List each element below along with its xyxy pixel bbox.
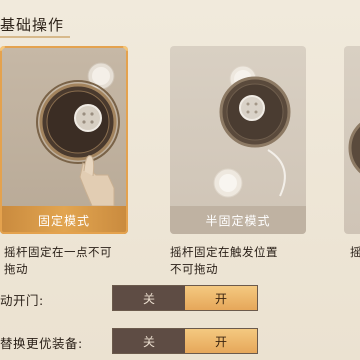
mode-description-third: 摇: [350, 245, 360, 259]
mode-card-semi-fixed[interactable]: 半固定模式: [170, 46, 306, 234]
toggle-off-option[interactable]: 关: [113, 329, 185, 353]
joystick-illustration: [348, 122, 360, 174]
section-title: 基础操作: [0, 14, 70, 38]
mode-card-fixed[interactable]: 固定模式: [0, 46, 128, 234]
drag-arc-icon: [267, 149, 286, 197]
joystick-illustration: [213, 65, 291, 198]
toggle-on-option[interactable]: 开: [185, 329, 257, 353]
hand-pointer-icon: [79, 155, 115, 206]
settings-page: 基础操作 固定模式 半固定模式 摇杆固定在一点不可 拖动 摇杆固定在触发位置 不…: [0, 0, 360, 360]
mode-description-semi-fixed: 摇杆固定在触发位置 不可拖动: [170, 245, 278, 276]
mode-card-third[interactable]: [344, 46, 360, 234]
joystick-knob-icon: [239, 95, 265, 121]
joystick-illustration: [36, 62, 120, 206]
section-title-text: 基础操作: [0, 16, 65, 34]
mode-label-semi-fixed: 半固定模式: [170, 206, 306, 234]
toggle-off-option[interactable]: 关: [113, 286, 185, 310]
auto-open-door-toggle[interactable]: 关 开: [112, 285, 258, 311]
section-title-underline: [0, 36, 70, 38]
mode-label-fixed: 固定模式: [0, 206, 128, 234]
joystick-base-icon: [348, 122, 360, 174]
mode-description-fixed: 摇杆固定在一点不可 拖动: [4, 245, 112, 276]
auto-open-door-label: 动开门:: [0, 293, 44, 308]
joystick-knob-icon: [74, 104, 102, 132]
toggle-on-option[interactable]: 开: [185, 286, 257, 310]
replace-better-gear-toggle[interactable]: 关 开: [112, 328, 258, 354]
replace-better-gear-label: 替换更优装备:: [0, 336, 83, 351]
